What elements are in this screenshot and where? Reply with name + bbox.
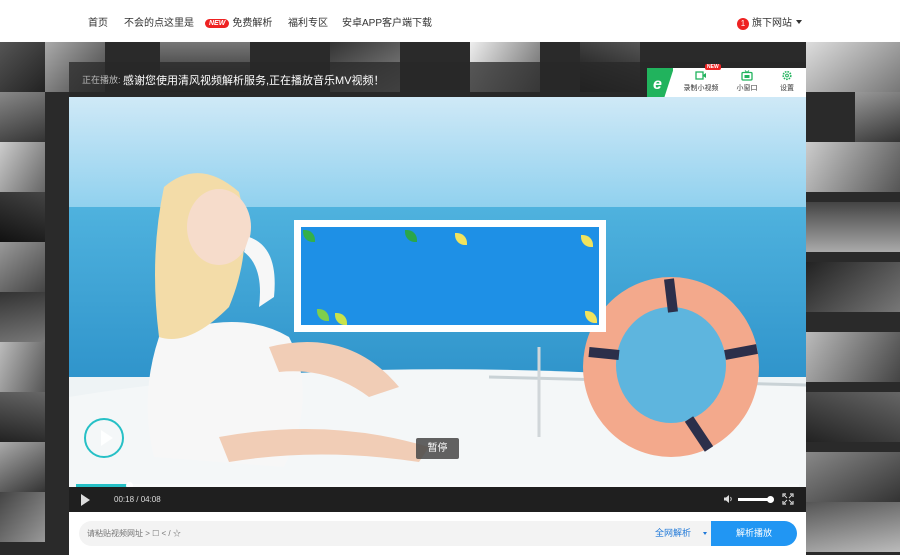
mini-window-button[interactable]: 小窗口 — [732, 70, 762, 93]
ad-banner[interactable] — [294, 220, 606, 332]
sites-dropdown[interactable]: 1 旗下网站 — [737, 14, 802, 30]
mini-window-label: 小窗口 — [736, 85, 758, 92]
play-icon[interactable] — [81, 494, 90, 506]
volume-fill — [738, 498, 771, 501]
volume-icon[interactable] — [723, 494, 733, 504]
new-badge: NEW — [205, 19, 230, 28]
nav-free-parse[interactable]: NEW 免费解析 — [205, 14, 272, 29]
sites-dropdown-label: 旗下网站 — [752, 18, 792, 29]
time-display: 00:18 / 04:08 — [114, 495, 161, 504]
sites-count-badge: 1 — [737, 18, 749, 30]
nav-welfare[interactable]: 福利专区 — [288, 14, 328, 29]
parse-play-button[interactable]: 解析播放 — [711, 521, 797, 546]
player-controls: 00:18 / 04:08 — [69, 487, 806, 512]
chevron-down-icon — [703, 532, 707, 535]
leaf-icon — [303, 230, 315, 242]
pause-tooltip: 暂停 — [416, 438, 459, 459]
nav-help[interactable]: 不会的点这里是 — [124, 14, 194, 29]
gear-icon — [782, 70, 792, 81]
parse-source-select[interactable]: 全网解析 — [643, 521, 711, 546]
nav-free-parse-label: 免费解析 — [232, 18, 273, 29]
record-new-badge: NEW — [705, 64, 721, 70]
leaf-icon — [585, 311, 597, 323]
leaf-icon — [581, 235, 593, 247]
player-tools: e NEW 录制小视频 小窗口 设置 — [647, 64, 806, 98]
tv-icon — [741, 70, 753, 81]
url-parse-bar: 全网解析 解析播放 — [69, 512, 806, 555]
settings-label: 设置 — [780, 85, 794, 92]
fullscreen-icon[interactable] — [782, 493, 794, 505]
now-playing-text: 感谢您使用清风视频解析服务,正在播放音乐MV视频！ — [123, 75, 385, 87]
leaf-icon — [455, 233, 467, 245]
nav-android-app[interactable]: 安卓APP客户端下载 — [342, 14, 432, 29]
big-play-button[interactable] — [84, 418, 124, 458]
record-clip-label: 录制小视频 — [683, 85, 719, 92]
nav-home[interactable]: 首页 — [88, 14, 108, 29]
leaf-icon — [405, 230, 417, 242]
volume-slider[interactable] — [738, 496, 775, 503]
top-nav: 首页 不会的点这里是 NEW 免费解析 福利专区 安卓APP客户端下载 1 旗下网站 — [0, 0, 900, 42]
chevron-down-icon — [796, 20, 802, 24]
ad-banner-image — [301, 227, 599, 325]
player-title-bar: 正在播放: 感谢您使用清风视频解析服务,正在播放音乐MV视频！ e NEW 录制… — [69, 62, 806, 98]
leaf-icon — [335, 313, 347, 325]
parse-source-value: 全网解析 — [655, 528, 692, 538]
volume-handle[interactable] — [767, 496, 775, 503]
record-icon — [695, 71, 706, 80]
svg-text:e: e — [653, 76, 662, 93]
video-url-input[interactable] — [79, 521, 649, 546]
settings-button[interactable]: 设置 — [773, 70, 801, 93]
now-playing-label: 正在播放: — [82, 75, 121, 85]
record-clip-button[interactable]: NEW 录制小视频 — [679, 64, 723, 93]
leaf-icon — [317, 309, 329, 321]
